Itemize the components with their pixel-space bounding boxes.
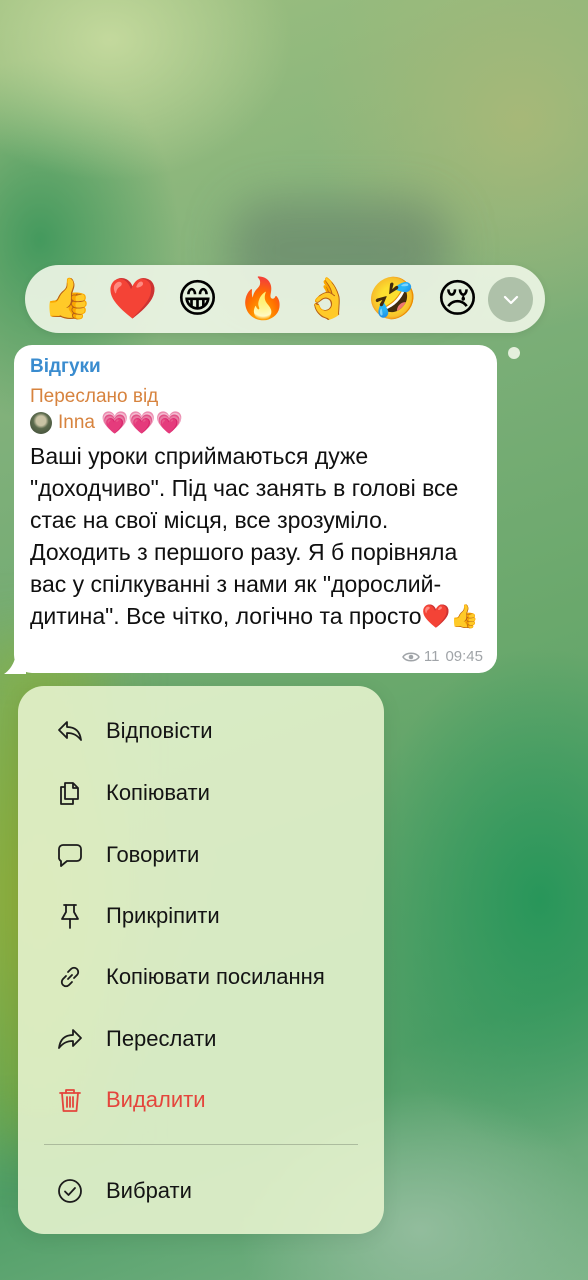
message-meta: 11 09:45 [401,648,483,665]
trash-icon [55,1085,85,1115]
reaction-heart[interactable]: ❤️ [100,265,165,333]
menu-item-pin[interactable]: Прикріпити [18,886,384,946]
speech-bubble-icon [55,840,85,870]
view-count: 11 [423,648,440,665]
menu-item-reply[interactable]: Відповісти [18,701,384,761]
message-text: Ваші уроки сприймаються дуже "доходчиво"… [30,443,479,629]
forwarded-author[interactable]: Inna 💗💗💗 [30,409,481,437]
menu-item-select[interactable]: Вибрати [18,1161,384,1221]
message-time: 09:45 [445,648,483,665]
reply-icon [55,716,85,746]
menu-label: Вибрати [106,1178,192,1203]
avatar [30,412,52,434]
reaction-thumbs-up[interactable]: 👍 [35,265,100,333]
channel-name[interactable]: Відгуки [30,355,481,379]
menu-label: Прикріпити [106,903,220,928]
context-menu: Відповісти Копіювати Говорити Прикріпити… [18,686,384,1234]
forward-icon [55,1024,85,1054]
eye-icon [401,652,420,661]
menu-item-delete[interactable]: Видалити [18,1070,384,1130]
menu-label: Говорити [106,842,200,867]
menu-label: Видалити [106,1087,206,1112]
menu-label: Переслати [106,1026,217,1051]
menu-item-speak[interactable]: Говорити [18,825,384,885]
author-name: Inna [58,412,95,433]
link-icon [55,962,85,992]
message-bubble[interactable]: Відгуки Переслано від Inna 💗💗💗 Ваші урок… [14,345,497,673]
reactions-bar: 👍 ❤️ 😁 🔥 👌 🤣 😢 [25,265,545,333]
reaction-grin[interactable]: 😁 [165,265,230,333]
menu-item-copy[interactable]: Копіювати [18,763,384,823]
reaction-fire[interactable]: 🔥 [230,265,295,333]
reaction-ok-hand[interactable]: 👌 [295,265,360,333]
reaction-rofl[interactable]: 🤣 [360,265,425,333]
reactions-bubble-dot [508,347,520,359]
menu-divider [44,1144,358,1145]
author-emojis: 💗💗💗 [100,410,184,435]
pin-icon [55,901,85,931]
menu-item-forward[interactable]: Переслати [18,1009,384,1069]
chevron-down-icon [503,295,518,304]
forwarded-label: Переслано від [30,386,159,407]
expand-reactions-button[interactable] [488,277,533,322]
menu-label: Копіювати посилання [106,964,325,989]
menu-label: Копіювати [106,780,210,805]
checkmark-circle-icon [55,1176,85,1206]
copy-icon [55,778,85,808]
menu-label: Відповісти [106,718,213,743]
menu-item-copy-link[interactable]: Копіювати посилання [18,947,384,1007]
reaction-crying[interactable]: 😢 [425,265,490,333]
